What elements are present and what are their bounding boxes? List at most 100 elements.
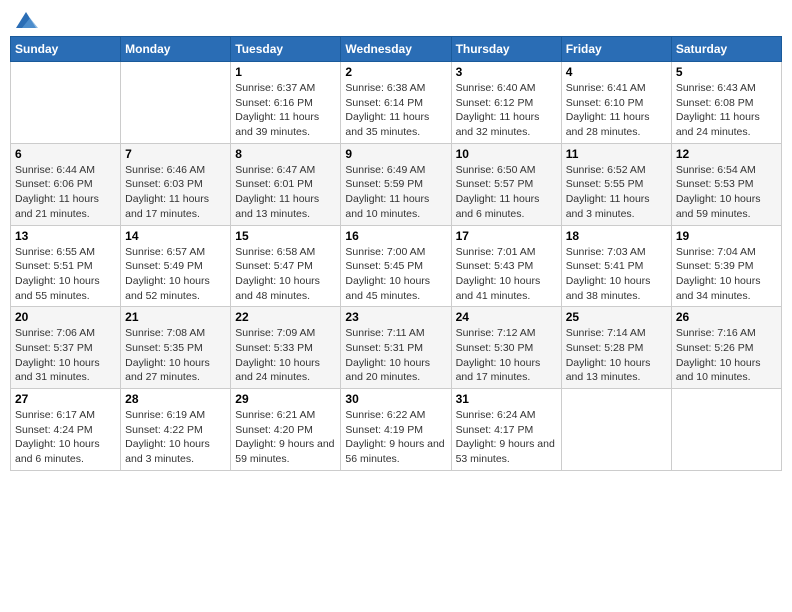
daylight: Daylight: 11 hours and 39 minutes. bbox=[235, 111, 319, 138]
day-info: Sunrise: 6:58 AM Sunset: 5:47 PM Dayligh… bbox=[235, 245, 336, 304]
daylight: Daylight: 9 hours and 53 minutes. bbox=[456, 438, 555, 465]
day-info: Sunrise: 7:00 AM Sunset: 5:45 PM Dayligh… bbox=[345, 245, 446, 304]
day-number: 30 bbox=[345, 392, 446, 406]
sunset: Sunset: 5:55 PM bbox=[566, 178, 644, 190]
sunrise: Sunrise: 7:01 AM bbox=[456, 246, 536, 258]
day-info: Sunrise: 6:46 AM Sunset: 6:03 PM Dayligh… bbox=[125, 163, 226, 222]
calendar-cell: 6 Sunrise: 6:44 AM Sunset: 6:06 PM Dayli… bbox=[11, 143, 121, 225]
sunrise: Sunrise: 7:12 AM bbox=[456, 327, 536, 339]
sunrise: Sunrise: 6:17 AM bbox=[15, 409, 95, 421]
sunset: Sunset: 5:43 PM bbox=[456, 260, 534, 272]
logo-icon bbox=[12, 10, 40, 32]
day-number: 26 bbox=[676, 310, 777, 324]
sunset: Sunset: 5:45 PM bbox=[345, 260, 423, 272]
day-number: 25 bbox=[566, 310, 667, 324]
sunset: Sunset: 5:39 PM bbox=[676, 260, 754, 272]
sunrise: Sunrise: 7:03 AM bbox=[566, 246, 646, 258]
day-info: Sunrise: 7:01 AM Sunset: 5:43 PM Dayligh… bbox=[456, 245, 557, 304]
day-number: 18 bbox=[566, 229, 667, 243]
sunset: Sunset: 5:28 PM bbox=[566, 342, 644, 354]
sunset: Sunset: 6:03 PM bbox=[125, 178, 203, 190]
day-info: Sunrise: 7:08 AM Sunset: 5:35 PM Dayligh… bbox=[125, 326, 226, 385]
calendar-cell: 28 Sunrise: 6:19 AM Sunset: 4:22 PM Dayl… bbox=[121, 389, 231, 471]
sunset: Sunset: 4:24 PM bbox=[15, 424, 93, 436]
calendar-cell: 15 Sunrise: 6:58 AM Sunset: 5:47 PM Dayl… bbox=[231, 225, 341, 307]
daylight: Daylight: 10 hours and 6 minutes. bbox=[15, 438, 100, 465]
sunset: Sunset: 5:57 PM bbox=[456, 178, 534, 190]
sunset: Sunset: 5:41 PM bbox=[566, 260, 644, 272]
daylight: Daylight: 9 hours and 56 minutes. bbox=[345, 438, 444, 465]
sunrise: Sunrise: 6:47 AM bbox=[235, 164, 315, 176]
sunrise: Sunrise: 7:09 AM bbox=[235, 327, 315, 339]
calendar-cell bbox=[671, 389, 781, 471]
calendar-cell: 13 Sunrise: 6:55 AM Sunset: 5:51 PM Dayl… bbox=[11, 225, 121, 307]
day-number: 20 bbox=[15, 310, 116, 324]
day-number: 14 bbox=[125, 229, 226, 243]
day-info: Sunrise: 6:38 AM Sunset: 6:14 PM Dayligh… bbox=[345, 81, 446, 140]
sunset: Sunset: 5:26 PM bbox=[676, 342, 754, 354]
daylight: Daylight: 10 hours and 52 minutes. bbox=[125, 275, 210, 302]
daylight: Daylight: 10 hours and 41 minutes. bbox=[456, 275, 541, 302]
daylight: Daylight: 11 hours and 24 minutes. bbox=[676, 111, 760, 138]
day-header-tuesday: Tuesday bbox=[231, 37, 341, 62]
sunrise: Sunrise: 7:00 AM bbox=[345, 246, 425, 258]
day-info: Sunrise: 6:19 AM Sunset: 4:22 PM Dayligh… bbox=[125, 408, 226, 467]
sunrise: Sunrise: 6:40 AM bbox=[456, 82, 536, 94]
sunrise: Sunrise: 7:16 AM bbox=[676, 327, 756, 339]
calendar-cell: 5 Sunrise: 6:43 AM Sunset: 6:08 PM Dayli… bbox=[671, 62, 781, 144]
sunrise: Sunrise: 7:06 AM bbox=[15, 327, 95, 339]
sunrise: Sunrise: 6:49 AM bbox=[345, 164, 425, 176]
calendar-cell: 1 Sunrise: 6:37 AM Sunset: 6:16 PM Dayli… bbox=[231, 62, 341, 144]
sunset: Sunset: 5:47 PM bbox=[235, 260, 313, 272]
daylight: Daylight: 11 hours and 32 minutes. bbox=[456, 111, 540, 138]
day-info: Sunrise: 6:37 AM Sunset: 6:16 PM Dayligh… bbox=[235, 81, 336, 140]
daylight: Daylight: 10 hours and 45 minutes. bbox=[345, 275, 430, 302]
daylight: Daylight: 10 hours and 48 minutes. bbox=[235, 275, 320, 302]
calendar-cell: 21 Sunrise: 7:08 AM Sunset: 5:35 PM Dayl… bbox=[121, 307, 231, 389]
calendar-week-4: 20 Sunrise: 7:06 AM Sunset: 5:37 PM Dayl… bbox=[11, 307, 782, 389]
daylight: Daylight: 10 hours and 13 minutes. bbox=[566, 357, 651, 384]
day-info: Sunrise: 6:57 AM Sunset: 5:49 PM Dayligh… bbox=[125, 245, 226, 304]
daylight: Daylight: 10 hours and 27 minutes. bbox=[125, 357, 210, 384]
day-info: Sunrise: 6:44 AM Sunset: 6:06 PM Dayligh… bbox=[15, 163, 116, 222]
day-info: Sunrise: 7:14 AM Sunset: 5:28 PM Dayligh… bbox=[566, 326, 667, 385]
day-number: 24 bbox=[456, 310, 557, 324]
logo bbox=[10, 10, 40, 28]
daylight: Daylight: 10 hours and 3 minutes. bbox=[125, 438, 210, 465]
day-header-thursday: Thursday bbox=[451, 37, 561, 62]
day-info: Sunrise: 6:17 AM Sunset: 4:24 PM Dayligh… bbox=[15, 408, 116, 467]
calendar-cell: 8 Sunrise: 6:47 AM Sunset: 6:01 PM Dayli… bbox=[231, 143, 341, 225]
day-info: Sunrise: 7:16 AM Sunset: 5:26 PM Dayligh… bbox=[676, 326, 777, 385]
day-info: Sunrise: 6:41 AM Sunset: 6:10 PM Dayligh… bbox=[566, 81, 667, 140]
day-header-friday: Friday bbox=[561, 37, 671, 62]
page-header bbox=[10, 10, 782, 28]
sunset: Sunset: 6:14 PM bbox=[345, 97, 423, 109]
day-number: 2 bbox=[345, 65, 446, 79]
day-info: Sunrise: 7:11 AM Sunset: 5:31 PM Dayligh… bbox=[345, 326, 446, 385]
sunset: Sunset: 5:53 PM bbox=[676, 178, 754, 190]
calendar-cell bbox=[561, 389, 671, 471]
calendar-week-2: 6 Sunrise: 6:44 AM Sunset: 6:06 PM Dayli… bbox=[11, 143, 782, 225]
day-number: 13 bbox=[15, 229, 116, 243]
daylight: Daylight: 10 hours and 10 minutes. bbox=[676, 357, 761, 384]
sunrise: Sunrise: 6:55 AM bbox=[15, 246, 95, 258]
day-number: 19 bbox=[676, 229, 777, 243]
sunset: Sunset: 6:06 PM bbox=[15, 178, 93, 190]
day-info: Sunrise: 7:09 AM Sunset: 5:33 PM Dayligh… bbox=[235, 326, 336, 385]
day-number: 8 bbox=[235, 147, 336, 161]
sunrise: Sunrise: 6:37 AM bbox=[235, 82, 315, 94]
calendar-cell: 4 Sunrise: 6:41 AM Sunset: 6:10 PM Dayli… bbox=[561, 62, 671, 144]
day-number: 1 bbox=[235, 65, 336, 79]
day-number: 21 bbox=[125, 310, 226, 324]
day-number: 29 bbox=[235, 392, 336, 406]
sunrise: Sunrise: 7:04 AM bbox=[676, 246, 756, 258]
day-info: Sunrise: 6:21 AM Sunset: 4:20 PM Dayligh… bbox=[235, 408, 336, 467]
sunrise: Sunrise: 6:44 AM bbox=[15, 164, 95, 176]
sunset: Sunset: 4:19 PM bbox=[345, 424, 423, 436]
daylight: Daylight: 10 hours and 55 minutes. bbox=[15, 275, 100, 302]
sunrise: Sunrise: 6:38 AM bbox=[345, 82, 425, 94]
calendar-header-row: SundayMondayTuesdayWednesdayThursdayFrid… bbox=[11, 37, 782, 62]
calendar-cell: 18 Sunrise: 7:03 AM Sunset: 5:41 PM Dayl… bbox=[561, 225, 671, 307]
day-number: 16 bbox=[345, 229, 446, 243]
sunset: Sunset: 5:35 PM bbox=[125, 342, 203, 354]
